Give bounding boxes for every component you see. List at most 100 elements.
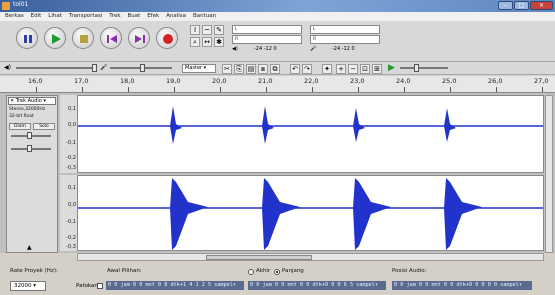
record-meter-r[interactable]: R bbox=[310, 35, 380, 44]
zoom-in-icon[interactable]: + bbox=[336, 64, 346, 74]
ruler-tick-label: 16,0 bbox=[28, 77, 43, 85]
playback-scale: -24 -12 0 bbox=[254, 46, 277, 52]
vertical-scale-top: 0,1 0,0 -0,1 -0,2 -0,3 bbox=[60, 95, 77, 173]
track-format-info: Stereo,32000Hz bbox=[9, 107, 46, 112]
record-icon bbox=[163, 34, 173, 44]
horizontal-scroll-thumb[interactable] bbox=[206, 255, 312, 260]
snap-to-checkbox[interactable] bbox=[97, 283, 103, 289]
ruler-tick-label: 26,0 bbox=[488, 77, 503, 85]
project-rate-value: 32000 bbox=[14, 283, 32, 289]
track-control-panel: ✕ Trek Audio ▾ Stereo,32000Hz 32-bit flo… bbox=[6, 95, 58, 253]
cut-icon[interactable]: ✂ bbox=[222, 64, 232, 74]
scale-label: 0,0 bbox=[68, 202, 76, 208]
waveform-channel-left[interactable] bbox=[77, 95, 544, 173]
microphone-icon: 🎤 bbox=[310, 46, 317, 52]
menu-edit[interactable]: Edit bbox=[31, 12, 42, 21]
close-button[interactable]: ✕ bbox=[530, 1, 553, 10]
timeshift-tool-icon[interactable]: ↔ bbox=[202, 37, 212, 47]
timeline-ruler[interactable]: 16,0 17,0 18,0 19,0 20,0 21,0 22,0 23,0 … bbox=[0, 76, 555, 93]
stop-button[interactable] bbox=[72, 27, 94, 49]
ruler-tick bbox=[450, 87, 451, 92]
skip-start-icon bbox=[107, 35, 117, 43]
mute-button[interactable]: Diam bbox=[9, 123, 31, 130]
play-button[interactable] bbox=[44, 27, 66, 49]
audio-position-label: Posisi Audio: bbox=[392, 268, 427, 274]
selection-tool-icon[interactable]: I bbox=[190, 25, 200, 35]
track-gain-knob[interactable] bbox=[27, 132, 32, 139]
playback-speed-slider[interactable] bbox=[400, 67, 448, 69]
minimize-button[interactable]: – bbox=[498, 1, 513, 10]
audio-position-time[interactable]: 0 0 jam 0 0 mnt 0 0 dtk+0 0 0 0 0 sampel… bbox=[392, 281, 532, 290]
trim-icon[interactable]: ⧈ bbox=[258, 64, 268, 74]
selection-start-time[interactable]: 0 0 jam 0 0 mnt 0 8 dtk+1 4 1 2 5 sampel… bbox=[106, 281, 244, 290]
project-rate-label: Rate Proyek (Hz): bbox=[10, 268, 58, 274]
title-bar: tol01 – □ ✕ bbox=[0, 0, 555, 12]
record-button[interactable] bbox=[156, 27, 178, 49]
selection-end-time[interactable]: 0 0 jam 0 0 mnt 0 0 dtk+0 0 0 6 5 sampel… bbox=[248, 281, 386, 290]
scale-label: -0,1 bbox=[66, 140, 76, 146]
track-name-menu[interactable]: ✕ Trek Audio ▾ bbox=[8, 97, 56, 105]
project-rate-select[interactable]: 32000 ▾ bbox=[10, 281, 46, 291]
playback-meter-r[interactable]: R bbox=[232, 35, 302, 44]
ruler-tick-label: 27,0 bbox=[534, 77, 549, 85]
menu-buat[interactable]: Buat bbox=[127, 12, 140, 21]
length-radio[interactable] bbox=[274, 269, 280, 275]
vertical-scale-bottom: 0,1 0,0 -0,1 -0,2 -0,3 bbox=[60, 175, 77, 251]
redo-icon[interactable]: ↷ bbox=[302, 64, 312, 74]
silence-icon[interactable]: ⧉ bbox=[270, 64, 280, 74]
playback-meter[interactable]: L bbox=[232, 25, 302, 34]
undo-icon[interactable]: ↶ bbox=[290, 64, 300, 74]
scale-label: -0,3 bbox=[66, 244, 76, 250]
scale-label: -0,2 bbox=[66, 235, 76, 241]
scale-label: -0,3 bbox=[66, 165, 76, 171]
menu-trek[interactable]: Trek bbox=[109, 12, 120, 21]
fit-selection-icon[interactable]: ⊡ bbox=[360, 64, 370, 74]
device-select[interactable]: Master ▾ bbox=[182, 64, 216, 73]
paste-icon[interactable]: ▤ bbox=[246, 64, 256, 74]
skip-end-button[interactable] bbox=[128, 27, 150, 49]
horizontal-scrollbar[interactable] bbox=[77, 253, 544, 261]
menu-bantuan[interactable]: Bantuan bbox=[193, 12, 216, 21]
tracks-area: ✕ Trek Audio ▾ Stereo,32000Hz 32-bit flo… bbox=[0, 93, 555, 253]
mic-icon: 🎤 bbox=[100, 64, 108, 71]
menu-transportasi[interactable]: Transportasi bbox=[69, 12, 103, 21]
sync-lock-icon[interactable]: ✦ bbox=[322, 64, 332, 74]
solo-button[interactable]: Solo bbox=[33, 123, 55, 130]
output-volume-slider[interactable] bbox=[16, 67, 96, 69]
menu-lihat[interactable]: Lihat bbox=[48, 12, 62, 21]
collapse-track-icon[interactable]: ▲ bbox=[27, 244, 32, 251]
end-radio[interactable] bbox=[248, 269, 254, 275]
menu-efek[interactable]: Efek bbox=[147, 12, 159, 21]
play-at-speed-icon[interactable]: ▶ bbox=[388, 63, 395, 73]
input-volume-knob[interactable] bbox=[140, 64, 145, 72]
play-icon bbox=[52, 34, 61, 44]
menu-berkas[interactable]: Berkas bbox=[5, 12, 24, 21]
fit-project-icon[interactable]: ⊞ bbox=[372, 64, 382, 74]
waveform-channel-right[interactable] bbox=[77, 175, 544, 251]
pause-button[interactable] bbox=[16, 27, 38, 49]
ruler-tick-label: 18,0 bbox=[120, 77, 135, 85]
skip-start-button[interactable] bbox=[100, 27, 122, 49]
record-meter[interactable]: L bbox=[310, 25, 380, 34]
envelope-tool-icon[interactable]: ~ bbox=[202, 25, 212, 35]
zoom-tool-icon[interactable]: ⌕ bbox=[190, 37, 200, 47]
maximize-button[interactable]: □ bbox=[514, 1, 529, 10]
track-pan-knob[interactable] bbox=[27, 145, 32, 152]
copy-icon[interactable]: ⎘ bbox=[234, 64, 244, 74]
menu-analisa[interactable]: Analisa bbox=[166, 12, 186, 21]
output-volume-knob[interactable] bbox=[92, 64, 97, 72]
snap-to-label: Patokan bbox=[76, 283, 98, 289]
vertical-scrollbar[interactable] bbox=[545, 95, 553, 253]
menu-bar: Berkas Edit Lihat Transportasi Trek Buat… bbox=[0, 12, 555, 21]
stop-icon bbox=[80, 35, 88, 43]
multi-tool-icon[interactable]: ✱ bbox=[214, 37, 224, 47]
ruler-tick-label: 22,0 bbox=[304, 77, 319, 85]
length-radio-label: Panjang bbox=[282, 268, 304, 274]
volume-icon: ◀) bbox=[4, 64, 11, 71]
waveform-left-svg bbox=[78, 106, 543, 144]
zoom-out-icon[interactable]: − bbox=[348, 64, 358, 74]
draw-tool-icon[interactable]: ✎ bbox=[214, 25, 224, 35]
ruler-tick bbox=[128, 87, 129, 92]
playback-speed-knob[interactable] bbox=[414, 64, 419, 72]
waveform-right-svg bbox=[78, 178, 543, 250]
